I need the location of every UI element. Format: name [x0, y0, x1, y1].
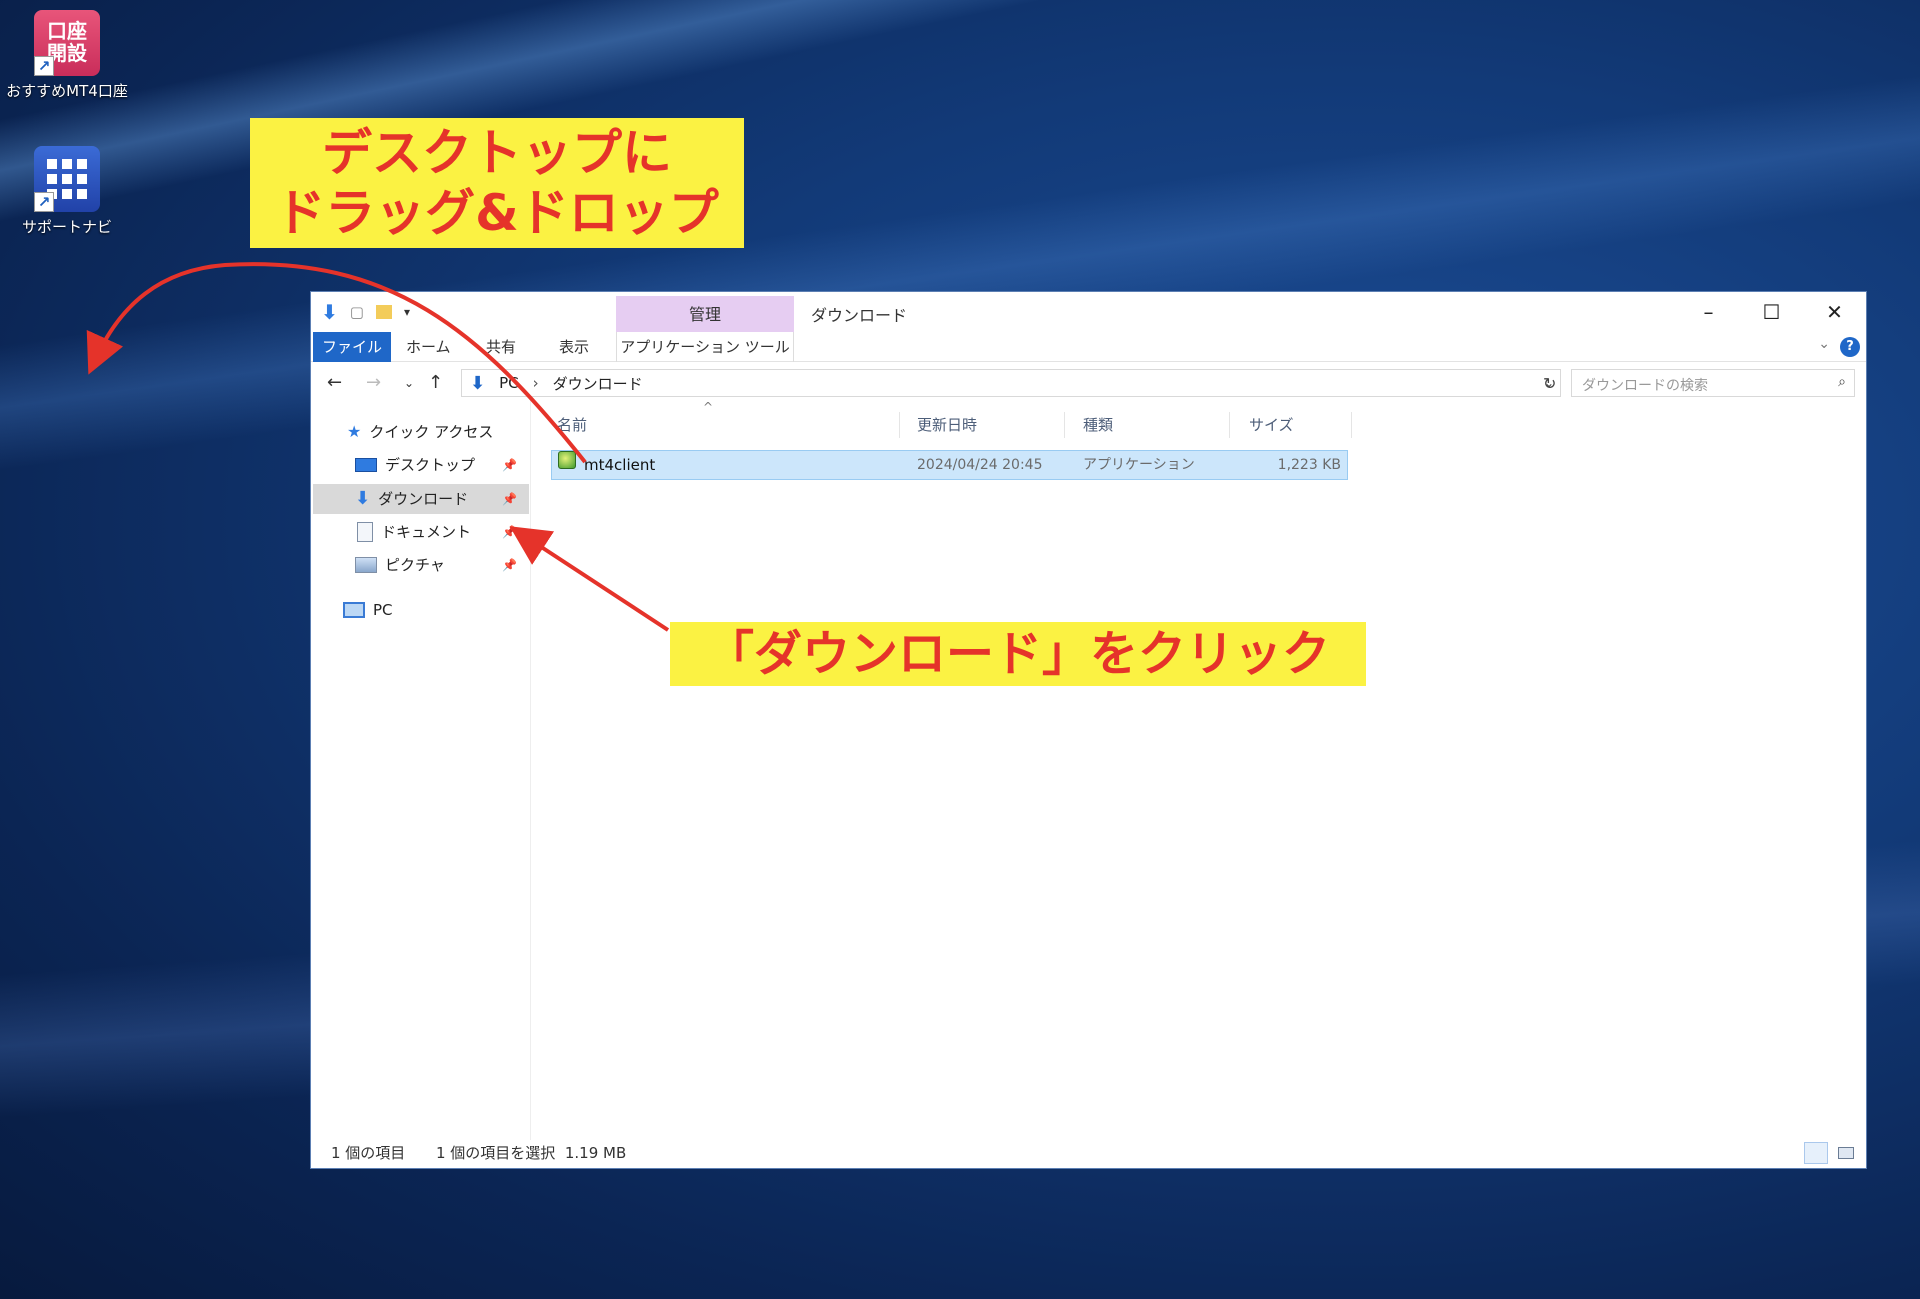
- drag-drop-line2: ドラッグ&ドロップ: [275, 184, 719, 242]
- properties-icon[interactable]: ▢: [350, 303, 364, 321]
- pc-icon: [343, 602, 365, 618]
- window-controls: – ☐ ✕: [1677, 292, 1866, 332]
- navigation-pane: ★ クイック アクセス デスクトップ 📌 ⬇ ダウンロード 📌 ドキュメント 📌…: [311, 400, 531, 1140]
- desktop-icon-label: おすすめMT4口座: [6, 82, 128, 100]
- status-bar: 1 個の項目 1 個の項目を選択 1.19 MB: [311, 1136, 1866, 1168]
- column-header-name[interactable]: 名前: [557, 414, 587, 435]
- search-icon: ⌕: [1838, 374, 1846, 390]
- file-modified: 2024/04/24 20:45: [917, 457, 1043, 473]
- sidebar-item-quick-access[interactable]: ★ クイック アクセス: [347, 417, 527, 447]
- details-view-icon[interactable]: [1804, 1142, 1828, 1164]
- sidebar-item-documents[interactable]: ドキュメント 📌: [313, 517, 529, 547]
- sidebar-item-downloads[interactable]: ⬇ ダウンロード 📌: [313, 484, 529, 514]
- file-type: アプリケーション: [1083, 457, 1195, 473]
- minimize-icon[interactable]: –: [1677, 292, 1740, 332]
- column-header-type[interactable]: 種類: [1083, 414, 1113, 435]
- column-divider: [1064, 412, 1065, 438]
- click-downloads-callout: 「ダウンロード」をクリック: [670, 622, 1366, 686]
- selection-info: 1 個の項目を選択 1.19 MB: [436, 1144, 627, 1162]
- documents-folder-icon: [357, 522, 373, 542]
- drag-drop-callout: デスクトップに ドラッグ&ドロップ: [250, 118, 744, 248]
- downloads-location-icon: ⬇: [470, 372, 486, 394]
- item-count: 1 個の項目: [331, 1144, 406, 1162]
- sidebar-item-pictures[interactable]: ピクチャ 📌: [313, 550, 529, 580]
- expand-ribbon-icon[interactable]: ⌄: [1818, 336, 1830, 352]
- quick-access-toolbar: ⬇ ▢ ▾: [321, 300, 410, 324]
- sidebar-item-label: ピクチャ: [385, 556, 445, 574]
- file-size: 1,223 KB: [1277, 457, 1341, 473]
- search-placeholder: ダウンロードの検索: [1582, 378, 1708, 394]
- account-open-icon: 口座開設 ↗: [34, 10, 100, 76]
- tab-manage[interactable]: 管理: [616, 296, 794, 332]
- breadcrumb-separator: ›: [532, 374, 539, 392]
- downloads-folder-icon: ⬇: [355, 488, 371, 509]
- column-divider: [1229, 412, 1230, 438]
- pin-icon: 📌: [502, 458, 517, 472]
- shortcut-arrow-icon: ↗: [34, 192, 54, 212]
- column-divider: [899, 412, 900, 438]
- drag-drop-line1: デスクトップに: [322, 124, 672, 182]
- recent-locations-icon[interactable]: ⌄: [404, 376, 414, 390]
- maximize-icon[interactable]: ☐: [1740, 292, 1803, 332]
- new-folder-icon[interactable]: [375, 305, 392, 319]
- forward-arrow-icon[interactable]: →: [366, 372, 381, 393]
- help-icon[interactable]: ?: [1840, 337, 1860, 357]
- close-icon[interactable]: ✕: [1803, 292, 1866, 332]
- pictures-folder-icon: [355, 557, 377, 573]
- table-row[interactable]: mt4client 2024/04/24 20:45 アプリケーション 1,22…: [551, 450, 1348, 480]
- shortcut-arrow-icon: ↗: [34, 56, 54, 76]
- window-title: ダウンロード: [811, 306, 908, 325]
- back-arrow-icon[interactable]: ←: [327, 372, 342, 393]
- ribbon-tabs: ファイル ホーム 共有 表示 アプリケーション ツール ⌄ ?: [311, 332, 1866, 362]
- download-arrow-icon: ⬇: [321, 300, 338, 324]
- breadcrumb-downloads[interactable]: ダウンロード: [553, 373, 643, 394]
- sidebar-item-desktop[interactable]: デスクトップ 📌: [313, 450, 529, 480]
- file-explorer-window: ⬇ ▢ ▾ 管理 ダウンロード – ☐ ✕ ファイル ホーム 共有 表示 アプリ…: [310, 291, 1867, 1169]
- column-header-modified[interactable]: 更新日時: [917, 414, 977, 435]
- sidebar-item-label: ダウンロード: [378, 490, 469, 508]
- address-bar[interactable]: ⬇ PC › ダウンロード ⌄: [461, 369, 1561, 397]
- tab-view[interactable]: 表示: [559, 332, 589, 362]
- sidebar-item-label: ドキュメント: [381, 523, 472, 541]
- column-divider: [1351, 412, 1352, 438]
- refresh-icon[interactable]: ↻: [1543, 374, 1556, 393]
- up-arrow-icon[interactable]: ↑: [428, 372, 443, 393]
- title-bar: ⬇ ▢ ▾ 管理 ダウンロード – ☐ ✕: [311, 292, 1866, 332]
- tab-share[interactable]: 共有: [486, 332, 516, 362]
- desktop-icon-mt4-account[interactable]: 口座開設 ↗ おすすめMT4口座: [2, 10, 132, 101]
- sidebar-item-label: PC: [373, 601, 393, 619]
- sort-caret-icon: ^: [703, 400, 714, 414]
- column-header-size[interactable]: サイズ: [1249, 414, 1294, 435]
- star-icon: ★: [347, 422, 362, 441]
- sidebar-item-label: クイック アクセス: [369, 423, 494, 441]
- tab-file[interactable]: ファイル: [313, 332, 391, 362]
- sidebar-item-label: デスクトップ: [385, 456, 476, 474]
- file-list: ^ 名前 更新日時 種類 サイズ mt4client 2024/04/24 20…: [531, 400, 1866, 1140]
- desktop-folder-icon: [355, 458, 377, 472]
- desktop-icon-label: サポートナビ: [21, 218, 112, 236]
- tab-home[interactable]: ホーム: [406, 332, 451, 362]
- sidebar-item-pc[interactable]: PC: [343, 595, 523, 625]
- application-icon: [558, 451, 576, 469]
- breadcrumb-pc[interactable]: PC: [499, 374, 519, 392]
- file-name: mt4client: [584, 456, 656, 474]
- desktop-icon-support-navi[interactable]: ↗ サポートナビ: [2, 146, 132, 237]
- navigation-bar: ← → ⌄ ↑ ⬇ PC › ダウンロード ⌄ ↻ ダウンロードの検索 ⌕: [311, 364, 1866, 400]
- pin-icon: 📌: [502, 525, 517, 539]
- pin-icon: 📌: [502, 558, 517, 572]
- grid-apps-icon: ↗: [34, 146, 100, 212]
- tab-application-tools[interactable]: アプリケーション ツール: [616, 332, 794, 362]
- customize-toolbar-icon[interactable]: ▾: [404, 305, 410, 319]
- large-icons-view-icon[interactable]: [1834, 1142, 1858, 1164]
- pin-icon: 📌: [502, 492, 517, 506]
- search-input[interactable]: ダウンロードの検索 ⌕: [1571, 369, 1855, 397]
